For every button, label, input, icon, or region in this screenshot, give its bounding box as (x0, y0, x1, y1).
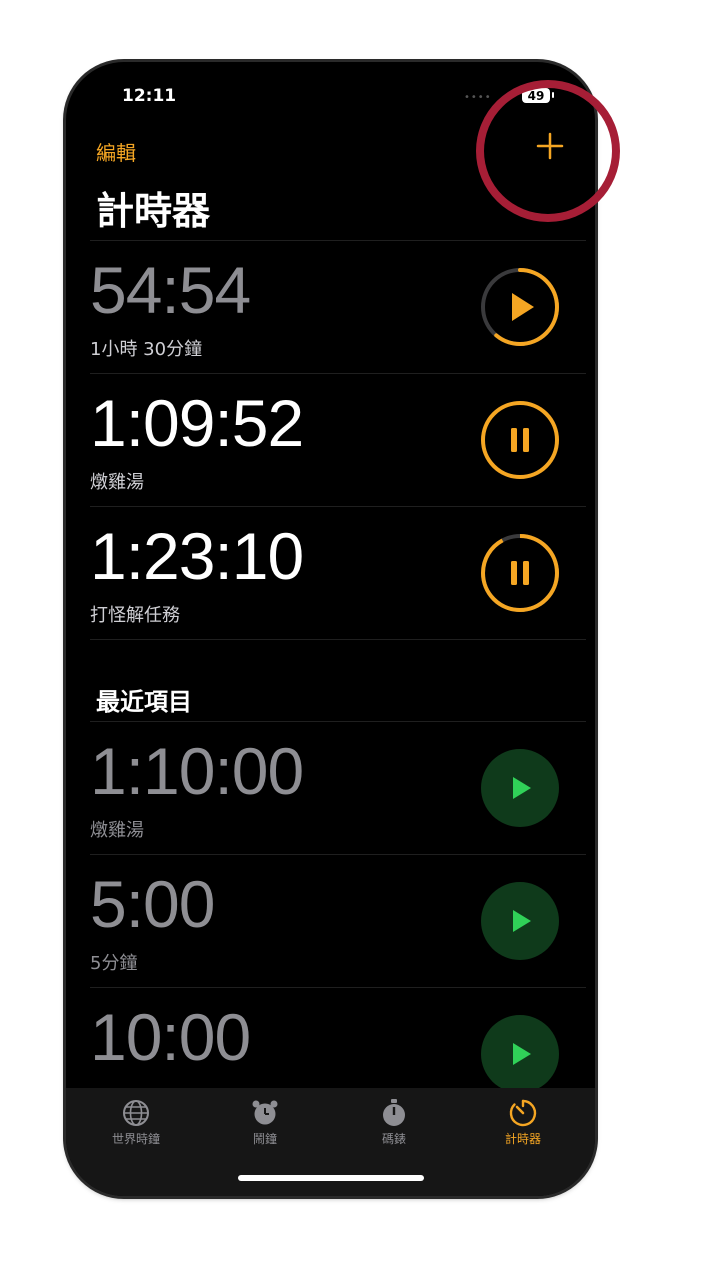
tab-world-clock[interactable]: 世界時鐘 (86, 1098, 186, 1147)
timer-time: 10:00 (90, 1000, 251, 1074)
pause-timer-button[interactable] (480, 400, 560, 480)
pause-icon (511, 428, 517, 452)
page-title: 計時器 (96, 189, 211, 233)
alarm-clock-icon (252, 1100, 278, 1125)
timer-row[interactable]: 1:09:52 燉雞湯 (90, 373, 586, 507)
pause-icon (511, 561, 517, 585)
timer-icon (509, 1099, 537, 1127)
timer-time: 1:10:00 (90, 734, 304, 808)
timer-time: 1:23:10 (90, 519, 304, 593)
timer-label: 燉雞湯 (90, 472, 144, 493)
edit-button[interactable]: 編輯 (96, 137, 136, 166)
signal-dots-icon: •••• (464, 92, 492, 103)
timer-label: 1小時 30分鐘 (90, 339, 203, 360)
highlight-annotation-circle (476, 80, 620, 222)
timer-row[interactable]: 54:54 1小時 30分鐘 (90, 240, 586, 374)
timer-time: 5:00 (90, 867, 215, 941)
tab-label: 鬧鐘 (252, 1132, 277, 1146)
play-icon (512, 293, 534, 321)
timer-label: 燉雞湯 (90, 820, 144, 841)
pause-timer-button[interactable] (480, 533, 560, 613)
tab-alarm[interactable]: 鬧鐘 (215, 1098, 315, 1147)
start-timer-button[interactable] (480, 881, 560, 961)
tab-timer[interactable]: 計時器 (473, 1098, 573, 1147)
divider (90, 639, 586, 640)
timer-time: 1:09:52 (90, 386, 304, 460)
timer-label: 5分鐘 (90, 953, 138, 974)
recent-timer-row[interactable]: 1:10:00 燉雞湯 (90, 721, 586, 855)
start-timer-button[interactable] (480, 748, 560, 828)
start-timer-button[interactable] (480, 1014, 560, 1094)
recents-title: 最近項目 (96, 688, 192, 716)
globe-icon (123, 1100, 149, 1126)
resume-timer-button[interactable] (480, 267, 560, 347)
tab-label: 碼錶 (381, 1132, 406, 1146)
stopwatch-icon (383, 1099, 405, 1126)
tab-label: 世界時鐘 (111, 1132, 160, 1146)
tab-stopwatch[interactable]: 碼錶 (344, 1098, 444, 1147)
tab-label: 計時器 (504, 1132, 541, 1146)
home-indicator[interactable] (238, 1175, 424, 1181)
phone-screen: 12:11 •••• 49 編輯 計時器 54:54 1小時 30分鐘 1:09… (66, 62, 595, 1196)
recent-timer-row[interactable]: 5:00 5分鐘 (90, 854, 586, 988)
status-time: 12:11 (122, 86, 177, 106)
timer-row[interactable]: 1:23:10 打怪解任務 (90, 506, 586, 640)
timer-label: 打怪解任務 (90, 605, 180, 626)
timer-time: 54:54 (90, 253, 251, 327)
